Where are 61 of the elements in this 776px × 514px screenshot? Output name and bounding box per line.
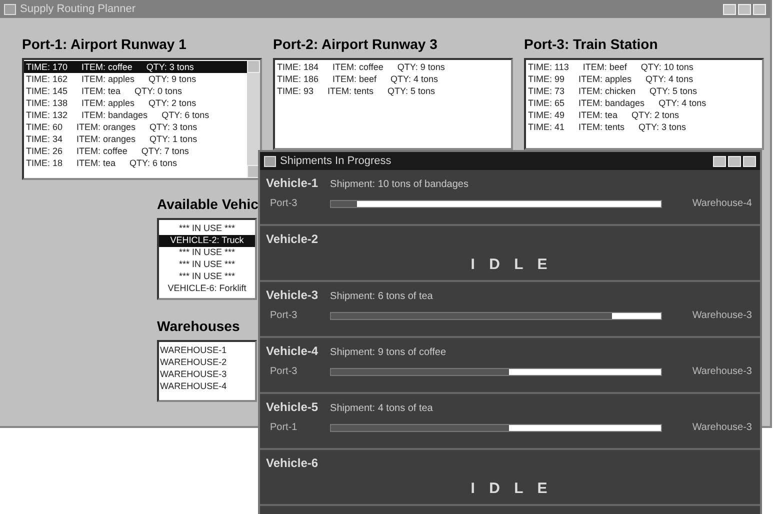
window-title: Shipments In Progress — [280, 155, 392, 167]
shipment-text: Shipment: 10 tons of bandages — [330, 179, 468, 190]
scrollbar[interactable] — [247, 60, 260, 178]
list-item[interactable]: TIME: 93 ITEM: tents QTY: 5 tons — [275, 85, 511, 97]
list-item[interactable]: TIME: 162 ITEM: apples QTY: 9 tons — [24, 73, 247, 85]
list-item[interactable]: VEHICLE-2: Truck — [159, 235, 255, 247]
origin-label: Port-3 — [269, 366, 298, 377]
list-item[interactable]: TIME: 99 ITEM: apples QTY: 4 tons — [526, 73, 762, 85]
destination-label: Warehouse-3 — [692, 310, 752, 321]
list-item[interactable]: *** IN USE *** — [159, 247, 255, 259]
list-item[interactable]: TIME: 186 ITEM: beef QTY: 4 tons — [275, 73, 511, 85]
list-item[interactable]: TIME: 60 ITEM: oranges QTY: 3 tons — [24, 121, 247, 133]
idle-status: I D L E — [470, 480, 548, 497]
list-item[interactable]: TIME: 65 ITEM: bandages QTY: 4 tons — [526, 97, 762, 109]
shipment-text: Shipment: 4 tons of tea — [330, 403, 433, 414]
close-button[interactable] — [743, 156, 756, 166]
destination-label: Warehouse-3 — [692, 366, 752, 377]
list-item[interactable]: TIME: 41 ITEM: tents QTY: 3 tons — [526, 121, 762, 133]
origin-label: Port-1 — [269, 422, 298, 433]
list-item[interactable]: TIME: 113 ITEM: beef QTY: 10 tons — [526, 61, 762, 73]
port-heading: Port-2: Airport Runway 3 — [273, 36, 438, 52]
list-item[interactable]: TIME: 138 ITEM: apples QTY: 2 tons — [24, 97, 247, 109]
app-icon — [264, 156, 276, 166]
origin-label: Port-3 — [269, 310, 298, 321]
destination-label: Warehouse-3 — [692, 422, 752, 433]
list-item[interactable]: TIME: 170 ITEM: coffee QTY: 3 tons — [24, 61, 247, 73]
vehicle-name: Vehicle-5 — [266, 400, 318, 414]
list-item[interactable]: TIME: 184 ITEM: coffee QTY: 9 tons — [275, 61, 511, 73]
list-item[interactable]: TIME: 73 ITEM: chicken QTY: 5 tons — [526, 85, 762, 97]
list-item[interactable]: *** IN USE *** — [159, 223, 255, 235]
list-item[interactable]: TIME: 18 ITEM: tea QTY: 6 tons — [24, 157, 247, 169]
vehicle-name: Vehicle-2 — [266, 232, 318, 246]
port-heading: Port-1: Airport Runway 1 — [22, 36, 188, 52]
list-item[interactable]: *** IN USE *** — [159, 271, 255, 283]
destination-label: Warehouse-4 — [692, 198, 752, 209]
origin-label: Port-3 — [269, 198, 298, 209]
vehicle-name: Vehicle-6 — [266, 456, 318, 470]
section-heading: Available Vehic — [157, 196, 257, 212]
list-item[interactable]: TIME: 49 ITEM: tea QTY: 2 tons — [526, 109, 762, 121]
list-item[interactable]: TIME: 34 ITEM: oranges QTY: 1 tons — [24, 133, 247, 145]
list-item[interactable]: WAREHOUSE-2 — [159, 357, 255, 369]
shipment-text: Shipment: 9 tons of coffee — [330, 347, 446, 358]
app-icon — [4, 4, 16, 14]
section-heading: Warehouses — [157, 318, 241, 334]
list-item[interactable]: WAREHOUSE-4 — [159, 381, 255, 393]
list-item[interactable]: *** IN USE *** — [159, 259, 255, 271]
list-item[interactable]: TIME: 132 ITEM: bandages QTY: 6 tons — [24, 109, 247, 121]
list-item[interactable]: WAREHOUSE-1 — [159, 345, 255, 357]
port-heading: Port-3: Train Station — [524, 36, 659, 52]
list-item[interactable]: VEHICLE-6: Forklift — [159, 283, 255, 295]
list-item[interactable]: TIME: 26 ITEM: coffee QTY: 7 tons — [24, 145, 247, 157]
vehicle-name: Vehicle-4 — [266, 344, 318, 358]
vehicle-name: Vehicle-1 — [266, 176, 318, 190]
list-item[interactable]: TIME: 145 ITEM: tea QTY: 0 tons — [24, 85, 247, 97]
minimize-button[interactable] — [713, 156, 726, 166]
shipment-text: Shipment: 6 tons of tea — [330, 291, 433, 302]
window-title: Supply Routing Planner — [20, 3, 136, 15]
idle-status: I D L E — [470, 256, 548, 273]
list-item[interactable]: WAREHOUSE-3 — [159, 369, 255, 381]
vehicle-name: Vehicle-3 — [266, 288, 318, 302]
maximize-button[interactable] — [728, 156, 741, 166]
